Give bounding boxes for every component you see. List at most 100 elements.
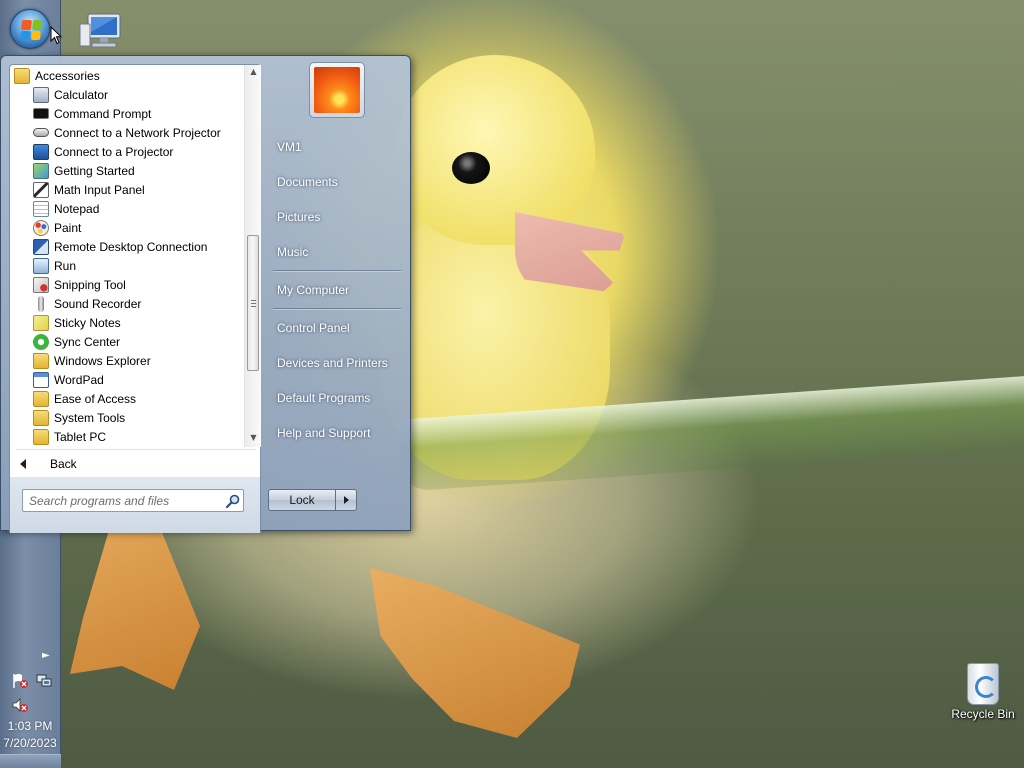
program-item-label: Calculator <box>54 87 109 102</box>
program-item-math-input-panel[interactable]: Math Input Panel <box>10 180 244 199</box>
program-item-label: Getting Started <box>54 163 135 178</box>
program-item-calculator[interactable]: Calculator <box>10 85 244 104</box>
wordpad-icon <box>33 371 49 388</box>
remote-desktop-icon <box>33 238 49 255</box>
divider <box>16 449 256 450</box>
all-programs-list: Accessories Calculator Command Prompt Co… <box>10 65 244 447</box>
program-item-snipping-tool[interactable]: Snipping Tool <box>10 275 244 294</box>
math-input-icon <box>33 181 49 198</box>
program-item-label: Snipping Tool <box>54 277 126 292</box>
program-item-label: Windows Explorer <box>54 353 151 368</box>
user-avatar-flower-icon <box>314 67 360 113</box>
program-item-connect-projector[interactable]: Connect to a Projector <box>10 142 244 161</box>
paint-icon <box>33 219 49 236</box>
programs-scrollbar[interactable]: ▲ ▼ <box>244 65 261 447</box>
mouse-cursor-icon <box>50 26 62 45</box>
microphone-icon <box>38 295 44 312</box>
program-item-label: Run <box>54 258 77 273</box>
program-item-label: Connect to a Projector <box>54 144 174 159</box>
program-item-run[interactable]: Run <box>10 256 244 275</box>
action-center-flag-icon[interactable] <box>11 673 29 689</box>
clock-time: 1:03 PM <box>7 719 53 733</box>
recycle-bin-label: Recycle Bin <box>951 707 1015 721</box>
program-item-wordpad[interactable]: WordPad <box>10 370 244 389</box>
program-folder-label: Accessories <box>35 68 100 83</box>
taskbar-clock[interactable]: 1:03 PM 7/20/2023 <box>0 718 60 752</box>
back-label: Back <box>50 457 77 471</box>
divider <box>273 270 401 272</box>
scroll-down-arrow-icon[interactable]: ▼ <box>245 431 262 445</box>
start-button[interactable] <box>10 9 50 49</box>
network-icon[interactable] <box>35 673 53 689</box>
program-folder-ease-of-access[interactable]: Ease of Access <box>10 389 244 408</box>
program-item-label: Connect to a Network Projector <box>54 125 221 140</box>
desktop-recycle-bin[interactable]: Recycle Bin <box>948 660 1018 721</box>
program-item-label: Command Prompt <box>54 106 152 121</box>
program-item-label: Ease of Access <box>54 391 137 406</box>
folder-icon <box>33 390 49 407</box>
network-projector-icon <box>33 128 49 137</box>
program-item-label: WordPad <box>54 372 104 387</box>
program-item-label: Tablet PC <box>54 429 107 444</box>
volume-muted-icon[interactable] <box>11 697 29 713</box>
program-item-sync-center[interactable]: Sync Center <box>10 332 244 351</box>
place-control-panel[interactable]: Control Panel <box>269 313 405 343</box>
wallpaper-duckling-foot-left <box>70 530 200 690</box>
show-hidden-icons-chevron-icon[interactable]: ► <box>42 650 50 661</box>
program-folder-tablet-pc[interactable]: Tablet PC <box>10 427 244 446</box>
program-item-label: Math Input Panel <box>54 182 145 197</box>
program-item-label: Remote Desktop Connection <box>54 239 208 254</box>
snipping-tool-icon <box>33 276 49 293</box>
divider <box>273 308 401 310</box>
search-input[interactable] <box>29 492 219 509</box>
search-icon[interactable] <box>225 493 241 509</box>
program-folder-system-tools[interactable]: System Tools <box>10 408 244 427</box>
back-button[interactable]: Back <box>10 453 260 475</box>
program-item-sticky-notes[interactable]: Sticky Notes <box>10 313 244 332</box>
place-devices-printers[interactable]: Devices and Printers <box>269 348 405 378</box>
start-menu: Accessories Calculator Command Prompt Co… <box>0 55 411 533</box>
program-folder-accessories[interactable]: Accessories <box>10 66 244 85</box>
folder-open-icon <box>14 67 30 84</box>
search-box[interactable] <box>22 489 244 512</box>
program-item-notepad[interactable]: Notepad <box>10 199 244 218</box>
windows-explorer-icon <box>33 352 49 369</box>
program-item-connect-network-projector[interactable]: Connect to a Network Projector <box>10 123 244 142</box>
folder-icon <box>33 409 49 426</box>
place-help-support[interactable]: Help and Support <box>269 418 405 448</box>
program-item-getting-started[interactable]: Getting Started <box>10 161 244 180</box>
program-item-label: Sync Center <box>54 334 121 349</box>
start-menu-programs-pane: Accessories Calculator Command Prompt Co… <box>9 64 261 533</box>
sticky-notes-icon <box>33 314 49 331</box>
recycle-bin-icon <box>967 663 999 705</box>
place-documents[interactable]: Documents <box>269 167 405 197</box>
search-area <box>10 477 260 533</box>
projector-icon <box>33 143 49 160</box>
place-user-folder[interactable]: VM1 <box>269 132 405 162</box>
scrollbar-thumb[interactable] <box>247 235 259 371</box>
scroll-up-arrow-icon[interactable]: ▲ <box>245 65 262 79</box>
program-item-windows-explorer[interactable]: Windows Explorer <box>10 351 244 370</box>
place-default-programs[interactable]: Default Programs <box>269 383 405 413</box>
user-account-picture[interactable] <box>309 62 365 118</box>
getting-started-icon <box>33 162 49 179</box>
place-computer[interactable]: My Computer <box>269 275 405 305</box>
lock-button[interactable]: Lock <box>268 489 336 511</box>
shutdown-options-arrow-icon[interactable] <box>335 489 357 511</box>
desktop-computer-icon[interactable] <box>78 10 126 54</box>
program-item-sound-recorder[interactable]: Sound Recorder <box>10 294 244 313</box>
place-pictures[interactable]: Pictures <box>269 202 405 232</box>
show-desktop-button[interactable] <box>0 754 61 768</box>
program-item-label: Paint <box>54 220 82 235</box>
place-music[interactable]: Music <box>269 237 405 267</box>
program-item-label: Sound Recorder <box>54 296 142 311</box>
program-item-command-prompt[interactable]: Command Prompt <box>10 104 244 123</box>
program-item-paint[interactable]: Paint <box>10 218 244 237</box>
program-item-label: Sticky Notes <box>54 315 121 330</box>
clock-date: 7/20/2023 <box>3 736 57 750</box>
start-menu-places-pane: VM1 Documents Pictures Music My Computer… <box>263 56 411 532</box>
folder-icon <box>33 428 49 445</box>
program-item-remote-desktop[interactable]: Remote Desktop Connection <box>10 237 244 256</box>
wallpaper-duckling-eye <box>452 152 490 184</box>
notepad-icon <box>33 200 49 217</box>
